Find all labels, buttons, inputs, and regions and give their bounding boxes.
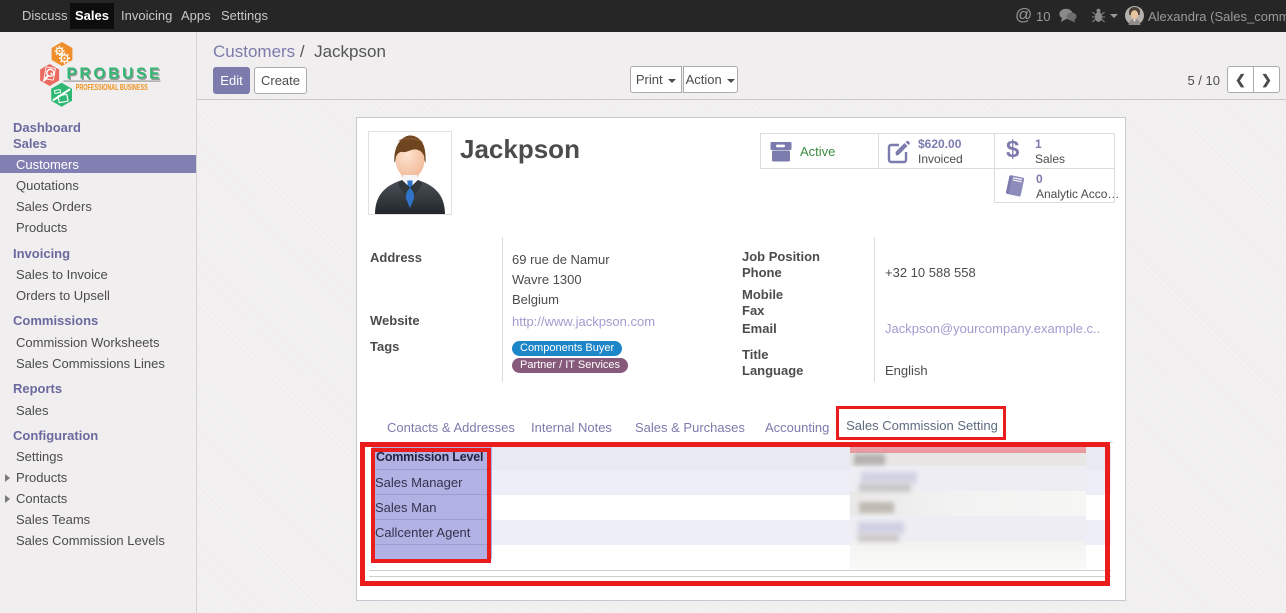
svg-text:PROFESSIONAL BUSINESS: PROFESSIONAL BUSINESS bbox=[76, 82, 148, 92]
svg-text:PROBUSE: PROBUSE bbox=[67, 66, 160, 83]
